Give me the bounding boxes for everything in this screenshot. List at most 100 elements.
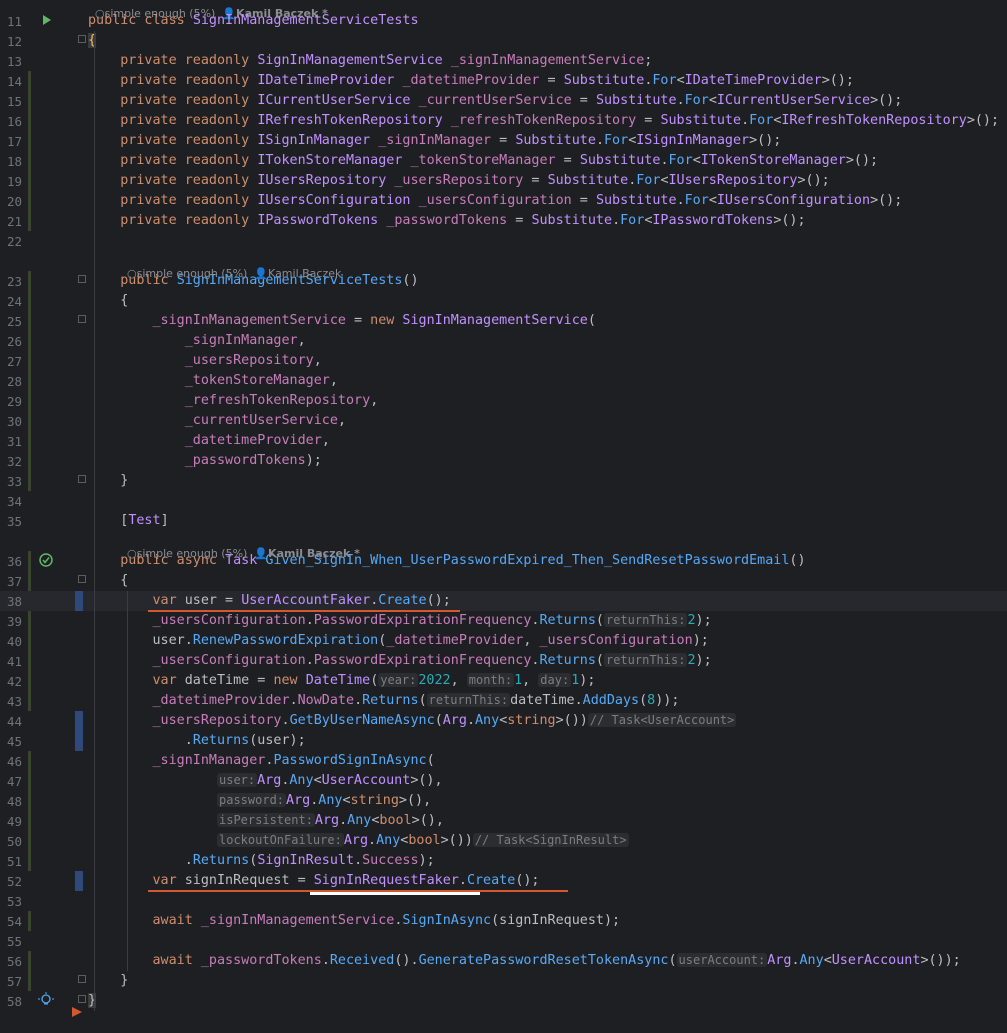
code-line[interactable]: 52 var signInRequest = SignInRequestFake… [0, 871, 1007, 891]
line-number[interactable]: 30 [0, 414, 22, 429]
change-marker[interactable] [28, 851, 31, 871]
code-text[interactable]: await _passwordTokens.Received().Generat… [88, 953, 961, 968]
code-line[interactable]: 44 _usersRepository.GetByUserNameAsync(A… [0, 711, 1007, 731]
code-text[interactable]: public class SignInManagementServiceTest… [88, 13, 419, 28]
change-marker[interactable] [28, 911, 31, 931]
code-text[interactable]: _signInManager.PasswordSignInAsync( [88, 753, 435, 768]
code-text[interactable]: private readonly ISignInManager _signInM… [88, 133, 781, 148]
line-number[interactable]: 41 [0, 654, 22, 669]
fold-icon[interactable] [78, 995, 86, 1003]
code-line[interactable]: 55 [0, 931, 1007, 951]
change-marker[interactable] [28, 451, 31, 471]
code-line[interactable]: 25 _signInManagementService = new SignIn… [0, 311, 1007, 331]
change-marker[interactable] [28, 631, 31, 651]
line-number[interactable]: 57 [0, 974, 22, 989]
code-text[interactable]: .Returns(user); [88, 733, 306, 748]
line-number[interactable]: 22 [0, 234, 22, 249]
code-line[interactable]: 32 _passwordTokens); [0, 451, 1007, 471]
code-text[interactable]: private readonly SignInManagementService… [88, 53, 652, 68]
change-marker[interactable] [28, 211, 31, 231]
code-text[interactable]: _currentUserService, [88, 413, 346, 428]
line-number[interactable]: 14 [0, 74, 22, 89]
line-number[interactable]: 51 [0, 854, 22, 869]
code-text[interactable]: _usersRepository, [88, 353, 322, 368]
code-text[interactable]: _refreshTokenRepository, [88, 393, 379, 408]
line-number[interactable]: 25 [0, 314, 22, 329]
code-text[interactable]: private readonly IUsersConfiguration _us… [88, 193, 902, 208]
code-line[interactable]: 14 private readonly IDateTimeProvider _d… [0, 71, 1007, 91]
change-marker[interactable] [28, 331, 31, 351]
code-text[interactable]: user: Arg.Any<UserAccount>(), [88, 773, 443, 788]
code-line[interactable]: 39 _usersConfiguration.PasswordExpiratio… [0, 611, 1007, 631]
change-marker[interactable] [28, 111, 31, 131]
code-line[interactable]: 48 password: Arg.Any<string>(), [0, 791, 1007, 811]
code-text[interactable]: isPersistent: Arg.Any<bool>(), [88, 813, 444, 828]
line-number[interactable]: 56 [0, 954, 22, 969]
code-line[interactable]: 11 public class SignInManagementServiceTe… [0, 11, 1007, 31]
code-line[interactable]: 15 private readonly ICurrentUserService … [0, 91, 1007, 111]
code-line[interactable]: 27 _usersRepository, [0, 351, 1007, 371]
code-text[interactable]: var signInRequest = SignInRequestFaker.C… [88, 873, 540, 888]
code-line[interactable]: 40 user.RenewPasswordExpiration(_datetim… [0, 631, 1007, 651]
code-line[interactable]: 21 private readonly IPasswordTokens _pas… [0, 211, 1007, 231]
line-number[interactable]: 19 [0, 174, 22, 189]
code-line[interactable]: 28 _tokenStoreManager, [0, 371, 1007, 391]
code-text[interactable]: lockoutOnFailure: Arg.Any<bool>())// Task… [88, 833, 629, 848]
code-line[interactable]: 34 [0, 491, 1007, 511]
code-text[interactable]: private readonly IUsersRepository _users… [88, 173, 830, 188]
code-text[interactable]: private readonly IDateTimeProvider _date… [88, 73, 854, 88]
code-text[interactable]: _signInManagementService = new SignInMan… [88, 313, 596, 328]
line-number[interactable]: 13 [0, 54, 22, 69]
code-line[interactable]: 49 isPersistent: Arg.Any<bool>(), [0, 811, 1007, 831]
change-marker[interactable] [28, 691, 31, 711]
line-number[interactable]: 29 [0, 394, 22, 409]
code-line[interactable]: 19 private readonly IUsersRepository _us… [0, 171, 1007, 191]
line-number[interactable]: 16 [0, 114, 22, 129]
fold-icon[interactable] [78, 575, 86, 583]
line-number[interactable]: 28 [0, 374, 22, 389]
code-line[interactable]: 13 private readonly SignInManagementServ… [0, 51, 1007, 71]
line-number[interactable]: 52 [0, 874, 22, 889]
line-number[interactable]: 15 [0, 94, 22, 109]
line-number[interactable]: 53 [0, 894, 22, 909]
change-marker[interactable] [28, 791, 31, 811]
code-text[interactable]: _tokenStoreManager, [88, 373, 338, 388]
line-number[interactable]: 24 [0, 294, 22, 309]
line-number[interactable]: 47 [0, 774, 22, 789]
line-number[interactable]: 36 [0, 554, 22, 569]
code-vision-hint-ctor[interactable]: ○simple enough (5%) 👤Kamil Bączek [120, 254, 341, 280]
change-marker[interactable] [28, 91, 31, 111]
fold-icon[interactable] [78, 475, 86, 483]
change-marker[interactable] [28, 431, 31, 451]
code-line[interactable]: 42 var dateTime = new DateTime(year: 2022… [0, 671, 1007, 691]
code-line[interactable]: 26 _signInManager, [0, 331, 1007, 351]
change-marker[interactable] [28, 471, 31, 491]
modified-marker[interactable] [75, 711, 83, 731]
code-line[interactable]: 17 private readonly ISignInManager _sign… [0, 131, 1007, 151]
code-line[interactable]: 45 .Returns(user); [0, 731, 1007, 751]
change-marker[interactable] [28, 391, 31, 411]
line-number[interactable]: 40 [0, 634, 22, 649]
line-number[interactable]: 11 [0, 14, 22, 29]
code-line[interactable]: 22 [0, 231, 1007, 251]
code-text[interactable]: _usersConfiguration.PasswordExpirationFr… [88, 613, 712, 628]
change-marker[interactable] [28, 971, 31, 991]
line-number[interactable]: 26 [0, 334, 22, 349]
modified-marker[interactable] [75, 871, 83, 891]
code-text[interactable]: private readonly ITokenStoreManager _tok… [88, 153, 878, 168]
fold-icon[interactable] [78, 975, 86, 983]
change-marker[interactable] [28, 651, 31, 671]
line-number[interactable]: 48 [0, 794, 22, 809]
code-text[interactable]: password: Arg.Any<string>(), [88, 793, 431, 808]
line-number[interactable]: 34 [0, 494, 22, 509]
code-line[interactable]: 12{ [0, 31, 1007, 51]
code-text[interactable]: [Test] [88, 513, 168, 528]
line-number[interactable]: 39 [0, 614, 22, 629]
code-line[interactable]: 38 var user = UserAccountFaker.Create(); [0, 591, 1007, 611]
change-marker[interactable] [28, 311, 31, 331]
code-line[interactable]: 35 [Test] [0, 511, 1007, 531]
line-number[interactable]: 27 [0, 354, 22, 369]
code-line[interactable]: 46 _signInManager.PasswordSignInAsync( [0, 751, 1007, 771]
change-marker[interactable] [28, 271, 31, 291]
change-marker[interactable] [28, 291, 31, 311]
